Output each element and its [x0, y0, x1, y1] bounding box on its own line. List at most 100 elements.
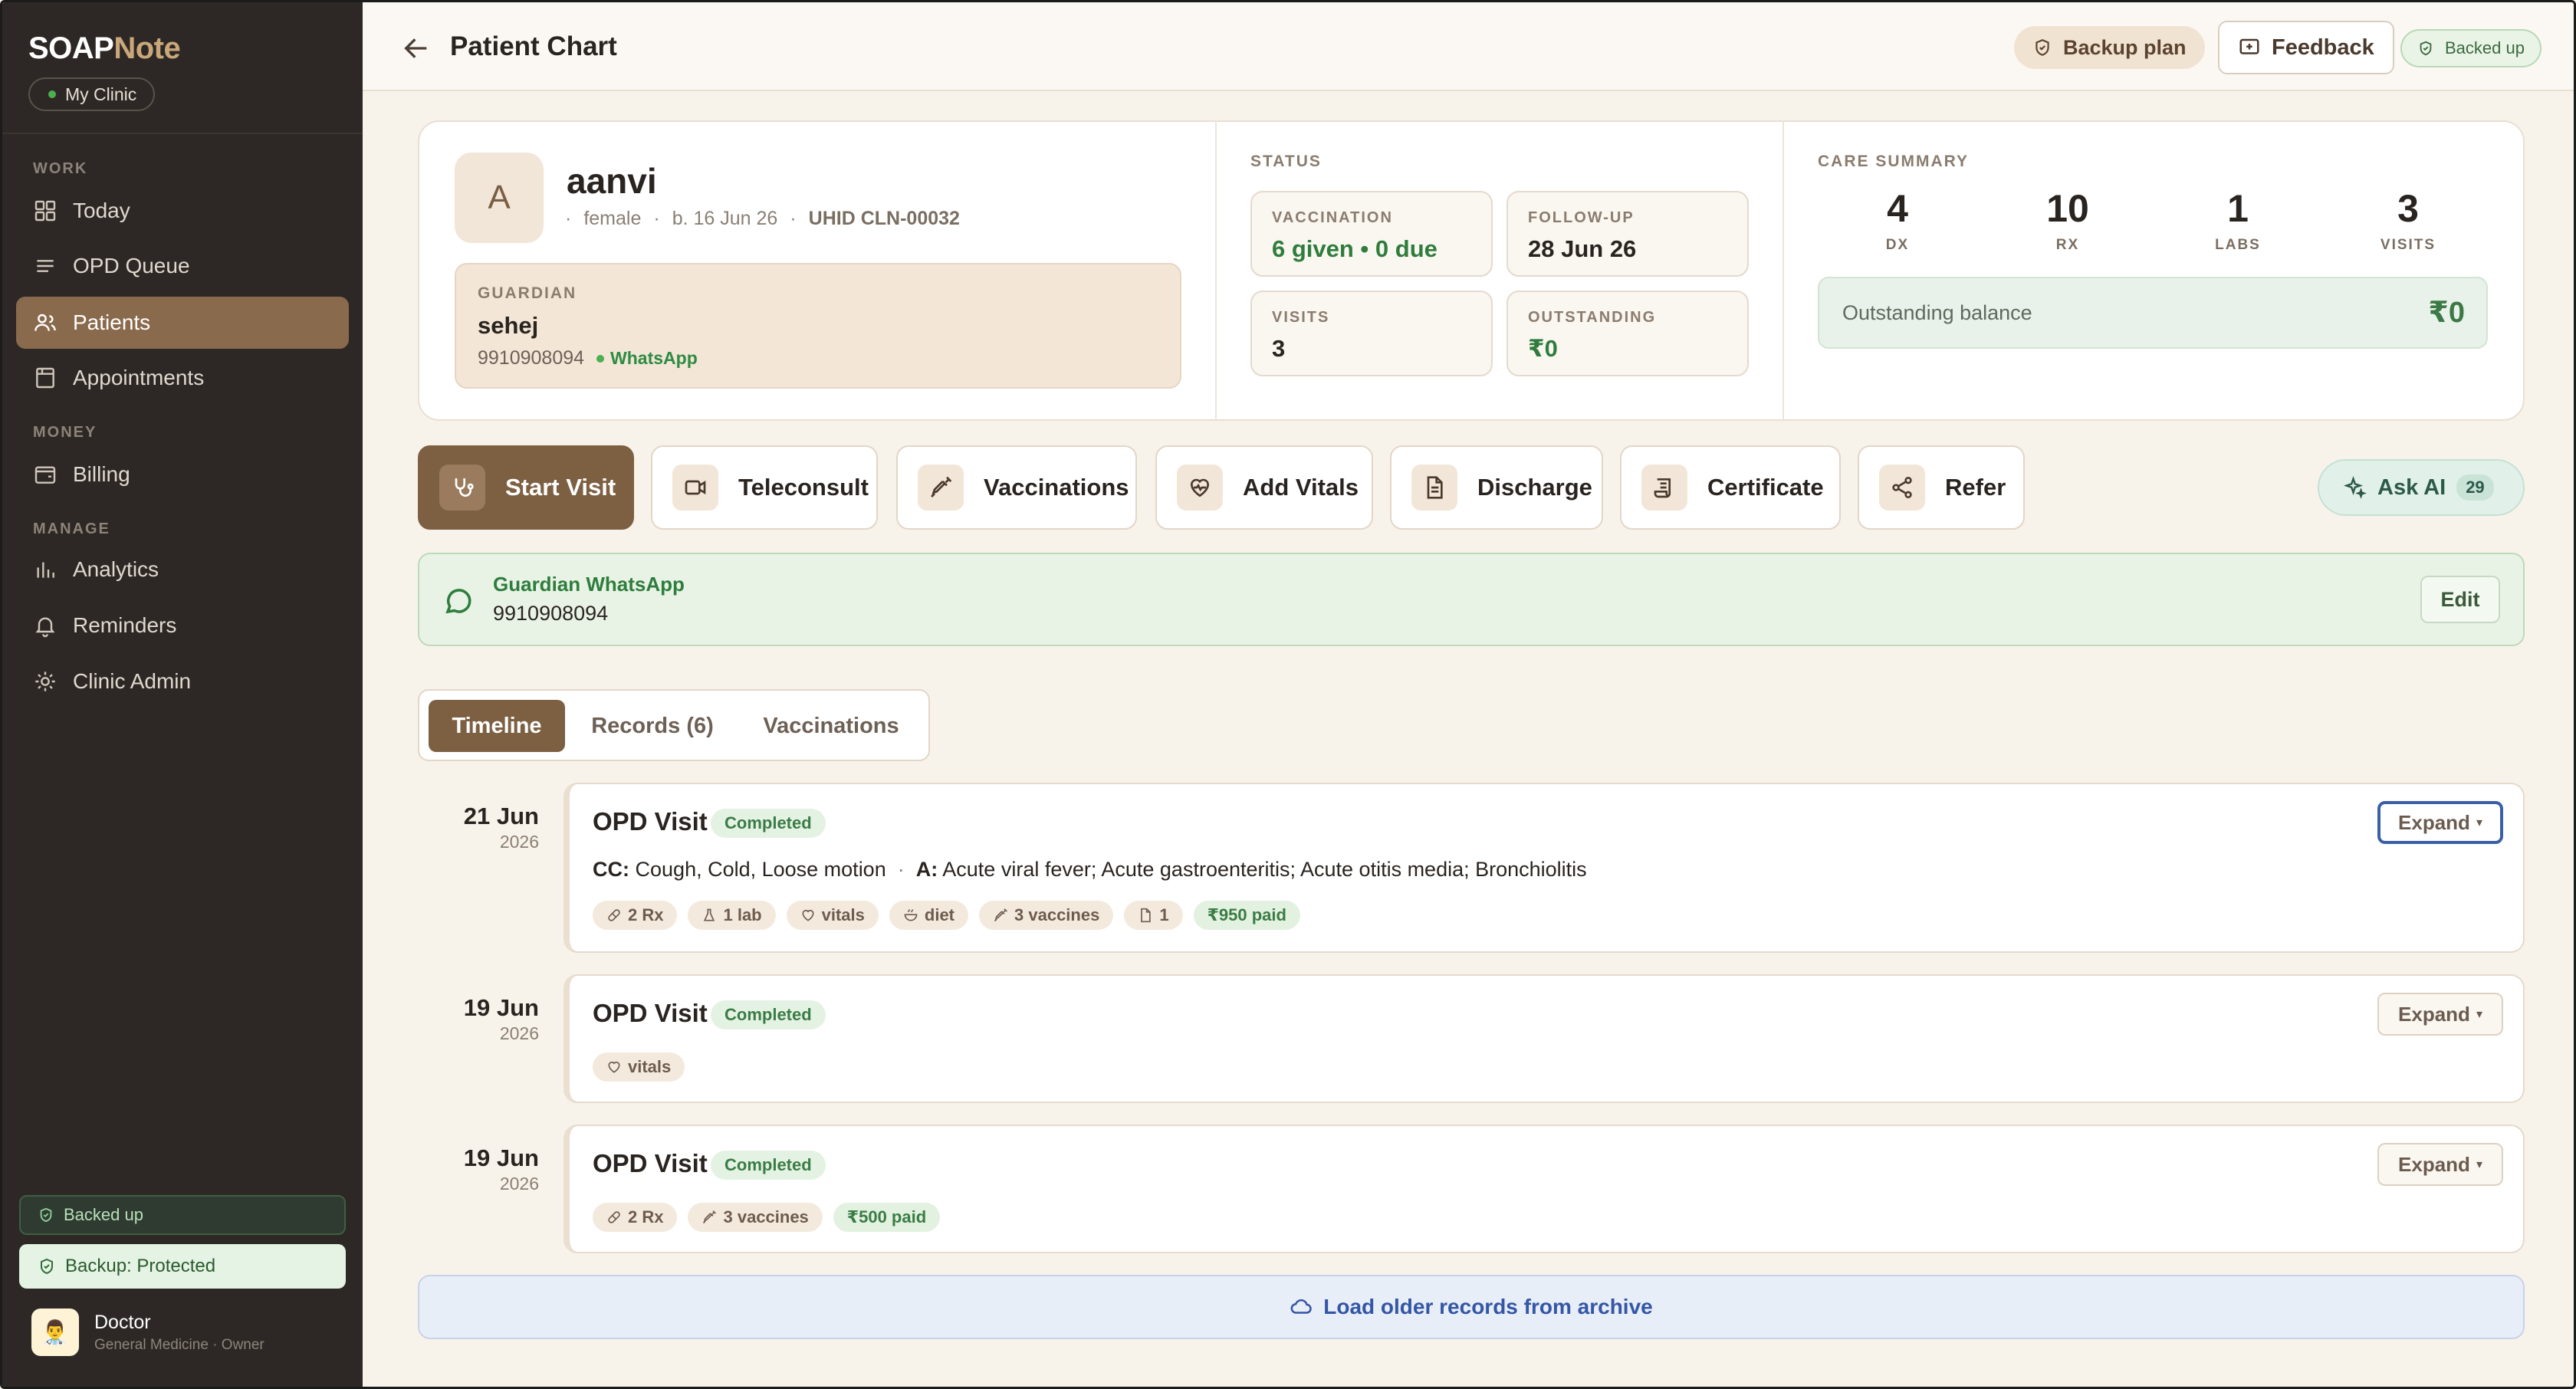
visits-label: VISITS — [2380, 237, 2436, 253]
sidebar-item-appointments[interactable]: Appointments — [16, 352, 349, 404]
visit-summary: CC: Cough, Cold, Loose motion · A: Acute… — [593, 858, 1587, 882]
pill-icon — [608, 1211, 620, 1223]
ask-ai-button[interactable]: Ask AI 29 — [2318, 459, 2525, 516]
discharge-button[interactable]: Discharge — [1390, 445, 1603, 530]
outstanding-value: ₹0 — [1528, 335, 1558, 362]
vaccination-status: VACCINATION 6 given • 0 due — [1250, 191, 1493, 277]
assessment-label: A: — [915, 858, 938, 881]
patient-dob: b. 16 Jun 26 — [672, 208, 778, 229]
load-archive-label: Load older records from archive — [1323, 1295, 1653, 1318]
sidebar-item-label: Clinic Admin — [73, 669, 192, 693]
sidebar-item-clinic-admin[interactable]: Clinic Admin — [16, 655, 349, 708]
flask-icon — [704, 908, 715, 921]
sidebar-item-billing[interactable]: Billing — [16, 448, 349, 501]
paid-tag: ₹950 paid — [1193, 901, 1300, 930]
add-vitals-button[interactable]: Add Vitals — [1155, 445, 1373, 530]
sidebar-item-reminders[interactable]: Reminders — [16, 599, 349, 652]
vaccinations-button[interactable]: Vaccinations — [896, 445, 1137, 530]
status-badge: Completed — [711, 1151, 826, 1180]
scroll-icon — [1641, 465, 1687, 511]
whatsapp-banner-title: Guardian WhatsApp — [493, 573, 685, 596]
visits-status: VISITS 3 — [1250, 291, 1493, 376]
cc-label: CC: — [593, 858, 629, 881]
tab-records[interactable]: Records (6) — [574, 700, 731, 752]
feedback-label: Feedback — [2272, 34, 2374, 60]
brand-logo[interactable]: SOAPNote — [28, 31, 181, 66]
timeline-date: 21 Jun 2026 — [432, 803, 539, 852]
meta-sep: · — [565, 208, 572, 229]
labs-label: LABS — [2215, 237, 2261, 253]
shield-check-icon — [2420, 41, 2432, 56]
backup-protected-label: Backup: Protected — [65, 1256, 216, 1276]
message-plus-icon — [2239, 38, 2259, 54]
expand-label: Expand — [2398, 810, 2470, 834]
section-label-manage: MANAGE — [33, 520, 110, 537]
discharge-label: Discharge — [1477, 474, 1592, 501]
visit-card[interactable]: OPD Visit Completed Expand ▾ CC: Cough, C… — [564, 783, 2525, 953]
expand-label: Expand — [2398, 1002, 2470, 1026]
backed-up-badge: Backed up — [19, 1195, 346, 1235]
clinic-switcher[interactable]: My Clinic — [28, 77, 156, 111]
followup-label: FOLLOW-UP — [1528, 209, 1635, 226]
sidebar-divider — [2, 133, 363, 134]
backed-up-status: Backed up — [2400, 29, 2542, 67]
visit-card[interactable]: OPD Visit Completed Expand ▾ vitals — [564, 974, 2525, 1103]
visits-count: 3 VISITS — [2362, 186, 2454, 254]
back-arrow-icon[interactable] — [401, 33, 432, 64]
rx-label: RX — [2055, 237, 2080, 253]
visit-card[interactable]: OPD Visit Completed Expand ▾ 2 Rx 3 vacci… — [564, 1125, 2525, 1253]
vaccines-tag: 3 vaccines — [688, 1203, 823, 1232]
visit-date: 19 Jun — [463, 994, 539, 1021]
expand-button[interactable]: Expand ▾ — [2377, 993, 2503, 1036]
visit-year: 2026 — [499, 1174, 539, 1194]
visit-title: OPD Visit — [593, 807, 708, 836]
whatsapp-link[interactable]: WhatsApp — [596, 348, 698, 369]
document-tag: 1 — [1124, 901, 1183, 930]
divider — [1783, 120, 1784, 419]
tab-timeline[interactable]: Timeline — [429, 700, 565, 752]
lab-tag: 1 lab — [688, 901, 776, 930]
syringe-icon — [703, 1210, 717, 1224]
load-archive-button[interactable]: Load older records from archive — [418, 1275, 2525, 1339]
visit-date: 19 Jun — [463, 1144, 539, 1171]
visits-value: 3 — [2397, 187, 2419, 230]
user-profile[interactable]: 👨‍⚕️ Doctor General Medicine · Owner — [31, 1309, 264, 1356]
sidebar-item-patients[interactable]: Patients — [16, 297, 349, 349]
tag-label: 2 Rx — [628, 1207, 664, 1226]
top-header: Patient Chart Backup plan Feedback Backe… — [363, 2, 2574, 91]
stethoscope-icon — [439, 465, 485, 511]
labs-value: 1 — [2227, 187, 2249, 230]
sidebar-item-opd-queue[interactable]: OPD Queue — [16, 240, 349, 292]
sidebar-item-analytics[interactable]: Analytics — [16, 543, 349, 596]
teleconsult-button[interactable]: Teleconsult — [651, 445, 878, 530]
sidebar-item-label: Analytics — [73, 557, 159, 581]
edit-button[interactable]: Edit — [2420, 576, 2500, 623]
clinic-name: My Clinic — [65, 84, 137, 104]
sidebar-item-today[interactable]: Today — [16, 185, 349, 237]
sun-gear-icon — [35, 672, 55, 691]
certificate-button[interactable]: Certificate — [1620, 445, 1841, 530]
brand-name-accent: Note — [113, 31, 181, 65]
syringe-icon — [994, 908, 1007, 922]
vitals-tag: vitals — [786, 901, 879, 930]
whatsapp-dot-icon — [596, 354, 605, 363]
backup-protected-button[interactable]: Backup: Protected — [19, 1244, 346, 1289]
patient-name: aanvi — [567, 161, 657, 201]
sidebar-item-label: Billing — [73, 462, 130, 486]
tab-vaccinations[interactable]: Vaccinations — [740, 700, 922, 752]
vitals-tag: vitals — [593, 1052, 685, 1082]
refer-button[interactable]: Refer — [1858, 445, 2025, 530]
feedback-button[interactable]: Feedback — [2218, 21, 2394, 74]
visit-title: OPD Visit — [593, 999, 708, 1027]
section-label-work: WORK — [33, 160, 88, 177]
add-vitals-label: Add Vitals — [1243, 474, 1359, 501]
backup-plan-button[interactable]: Backup plan — [2014, 26, 2205, 69]
rx-count: 10 RX — [2022, 186, 2114, 254]
expand-button[interactable]: Expand ▾ — [2377, 801, 2503, 844]
start-visit-button[interactable]: Start Visit — [418, 445, 634, 530]
outstanding-status: OUTSTANDING ₹0 — [1506, 291, 1749, 376]
bowl-icon — [904, 909, 918, 921]
followup-status: FOLLOW-UP 28 Jun 26 — [1506, 191, 1749, 277]
expand-button[interactable]: Expand ▾ — [2377, 1143, 2503, 1186]
cloud-icon — [1290, 1299, 1312, 1314]
